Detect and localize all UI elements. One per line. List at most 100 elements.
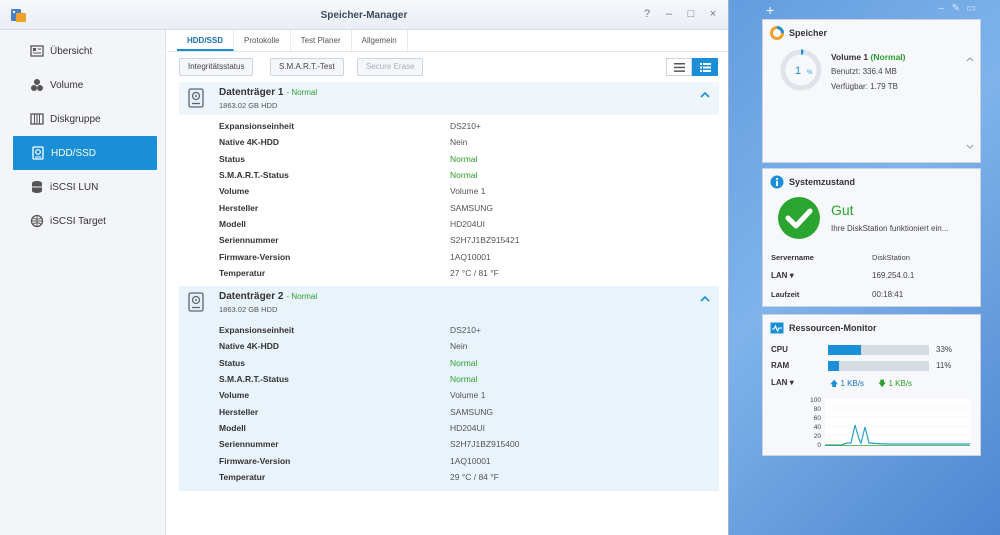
collapse-chevron-icon[interactable] <box>699 294 711 304</box>
ram-bar <box>828 361 929 371</box>
volume-status: (Normal) <box>870 52 906 62</box>
sidebar-item-overview[interactable]: Übersicht <box>12 34 157 68</box>
minimize-icon[interactable]: – <box>662 7 676 21</box>
property-value: Nein <box>450 137 468 148</box>
smart-test-button[interactable]: S.M.A.R.T.-Test <box>270 58 344 76</box>
lan-dropdown[interactable]: LAN ▾ <box>771 271 794 280</box>
property-row: Temperatur 29 °C / 84 °F <box>219 469 709 485</box>
secure-erase-button[interactable]: Secure Erase <box>357 58 424 76</box>
sidebar-item-diskgroup[interactable]: Diskgruppe <box>12 102 157 136</box>
volume-icon <box>31 79 43 91</box>
add-widget-icon[interactable]: + <box>766 2 774 18</box>
property-row: S.M.A.R.T.-Status Normal <box>219 167 709 183</box>
property-value: 29 °C / 84 °F <box>450 471 499 482</box>
diskgroup-icon <box>30 113 44 125</box>
window-title: Speicher-Manager <box>320 10 408 21</box>
disk-header[interactable]: Datenträger 2- Normal 1863.02 GB HDD <box>179 286 719 319</box>
property-row: Status Normal <box>219 151 709 167</box>
property-value: Normal <box>450 374 478 385</box>
sidebar-item-iscsi-lun[interactable]: iSCSI LUN <box>12 170 157 204</box>
cpu-label: CPU <box>771 345 788 354</box>
usage-percent-sign: % <box>807 70 813 76</box>
sidebar-item-label: Diskgruppe <box>50 113 101 125</box>
y-tick-label: 0 <box>817 441 821 449</box>
resource-monitor-widget: Ressourcen-Monitor CPU 33% RAM 11% LAN ▾… <box>762 314 981 456</box>
property-value: 1AQ10001 <box>450 455 491 466</box>
tab-protokolle[interactable]: Protokolle <box>234 30 291 51</box>
pin-icon[interactable]: ✎ <box>952 3 960 14</box>
property-label: Volume <box>219 186 250 197</box>
disk-name: Datenträger 1 <box>219 87 284 98</box>
disk-status: - Normal <box>286 292 318 301</box>
collapse-icon[interactable]: ▭ <box>967 3 976 14</box>
integrity-status-button[interactable]: Integritätsstatus <box>179 58 254 76</box>
property-row: Seriennummer S2H7J1BZ915421 <box>219 232 709 248</box>
property-label: Expansionseinheit <box>219 121 295 132</box>
property-value: Normal <box>450 170 478 181</box>
widget-panel: + – ✎ ▭ Speicher 1 % Volume 1 (Normal) B… <box>759 0 984 460</box>
property-value: HD204UI <box>450 422 485 433</box>
property-value: DS210+ <box>450 121 481 132</box>
resource-monitor-icon <box>770 322 784 334</box>
collapse-chevron-icon[interactable] <box>699 90 711 100</box>
property-row: Native 4K-HDD Nein <box>219 338 709 354</box>
property-label: Status <box>219 357 245 368</box>
property-value: DS210+ <box>450 325 481 336</box>
health-state: Gut <box>831 202 854 218</box>
sidebar-item-volume[interactable]: Volume <box>12 68 157 102</box>
property-row: Native 4K-HDD Nein <box>219 134 709 150</box>
health-message: Ihre DiskStation funktioniert ein... <box>831 224 949 233</box>
property-row: Firmware-Version 1AQ10001 <box>219 248 709 264</box>
tab-test-planer[interactable]: Test Planer <box>291 30 352 51</box>
lan-traffic-dropdown[interactable]: LAN ▾ <box>771 378 794 387</box>
disk-capacity: 1863.02 GB HDD <box>219 305 278 314</box>
cpu-bar-fill <box>828 345 862 355</box>
download-rate: 1 KB/s <box>888 379 913 388</box>
list-view-button[interactable] <box>666 58 692 76</box>
disk-name: Datenträger 2 <box>219 291 284 302</box>
volume-name: Volume 1 <box>831 52 869 62</box>
detail-view-button[interactable] <box>692 58 718 76</box>
property-label: Temperatur <box>219 471 266 482</box>
tab-hdd-ssd[interactable]: HDD/SSD <box>177 30 235 51</box>
target-icon <box>30 214 44 228</box>
scroll-up-icon[interactable] <box>966 56 974 62</box>
sidebar-item-hdd-ssd[interactable]: HDD/SSD <box>13 136 157 170</box>
minimize-icon[interactable]: – <box>938 3 944 14</box>
scroll-down-icon[interactable] <box>966 144 974 150</box>
title-bar: Speicher-Manager ? – □ × <box>0 0 728 30</box>
help-icon[interactable]: ? <box>640 7 654 21</box>
property-value: 27 °C / 81 °F <box>450 267 499 278</box>
property-row: Expansionseinheit DS210+ <box>219 118 709 134</box>
disk-header[interactable]: Datenträger 1- Normal 1863.02 GB HDD <box>179 82 719 115</box>
property-row: Modell HD204UI <box>219 420 709 436</box>
lun-icon <box>32 181 42 193</box>
usage-percent-number: 1 <box>795 65 801 77</box>
tab-allgemein[interactable]: Allgemein <box>352 30 408 51</box>
disk-panel-2: Datenträger 2- Normal 1863.02 GB HDD Exp… <box>179 286 719 491</box>
y-tick-label: 100 <box>810 397 821 404</box>
property-row: Volume Volume 1 <box>219 387 709 403</box>
property-label: Firmware-Version <box>219 251 291 262</box>
cpu-value: 33% <box>936 345 953 354</box>
storage-widget: Speicher 1 % Volume 1 (Normal) Benutzt: … <box>762 19 981 163</box>
maximize-icon[interactable]: □ <box>684 7 698 21</box>
property-label: Seriennummer <box>219 235 279 246</box>
property-row: Expansionseinheit DS210+ <box>219 322 709 338</box>
property-label: Hersteller <box>219 202 259 213</box>
sidebar-item-iscsi-target[interactable]: iSCSI Target <box>12 204 157 238</box>
property-label: Status <box>219 153 245 164</box>
close-icon[interactable]: × <box>706 7 720 21</box>
property-label: Native 4K-HDD <box>219 341 279 352</box>
property-value: SAMSUNG <box>450 406 493 417</box>
list-view-icon <box>673 62 685 72</box>
property-row: Seriennummer S2H7J1BZ915400 <box>219 436 709 452</box>
property-label: Expansionseinheit <box>219 325 295 336</box>
disk-panel-1: Datenträger 1- Normal 1863.02 GB HDD Exp… <box>179 82 719 280</box>
y-tick-label: 20 <box>813 432 821 440</box>
property-value: Normal <box>450 357 478 368</box>
property-row: Modell HD204UI <box>219 216 709 232</box>
disk-capacity: 1863.02 GB HDD <box>219 101 278 110</box>
property-label: Hersteller <box>219 406 259 417</box>
sidebar: Übersicht Volume Diskgruppe HDD/SSD iSCS… <box>0 30 166 535</box>
